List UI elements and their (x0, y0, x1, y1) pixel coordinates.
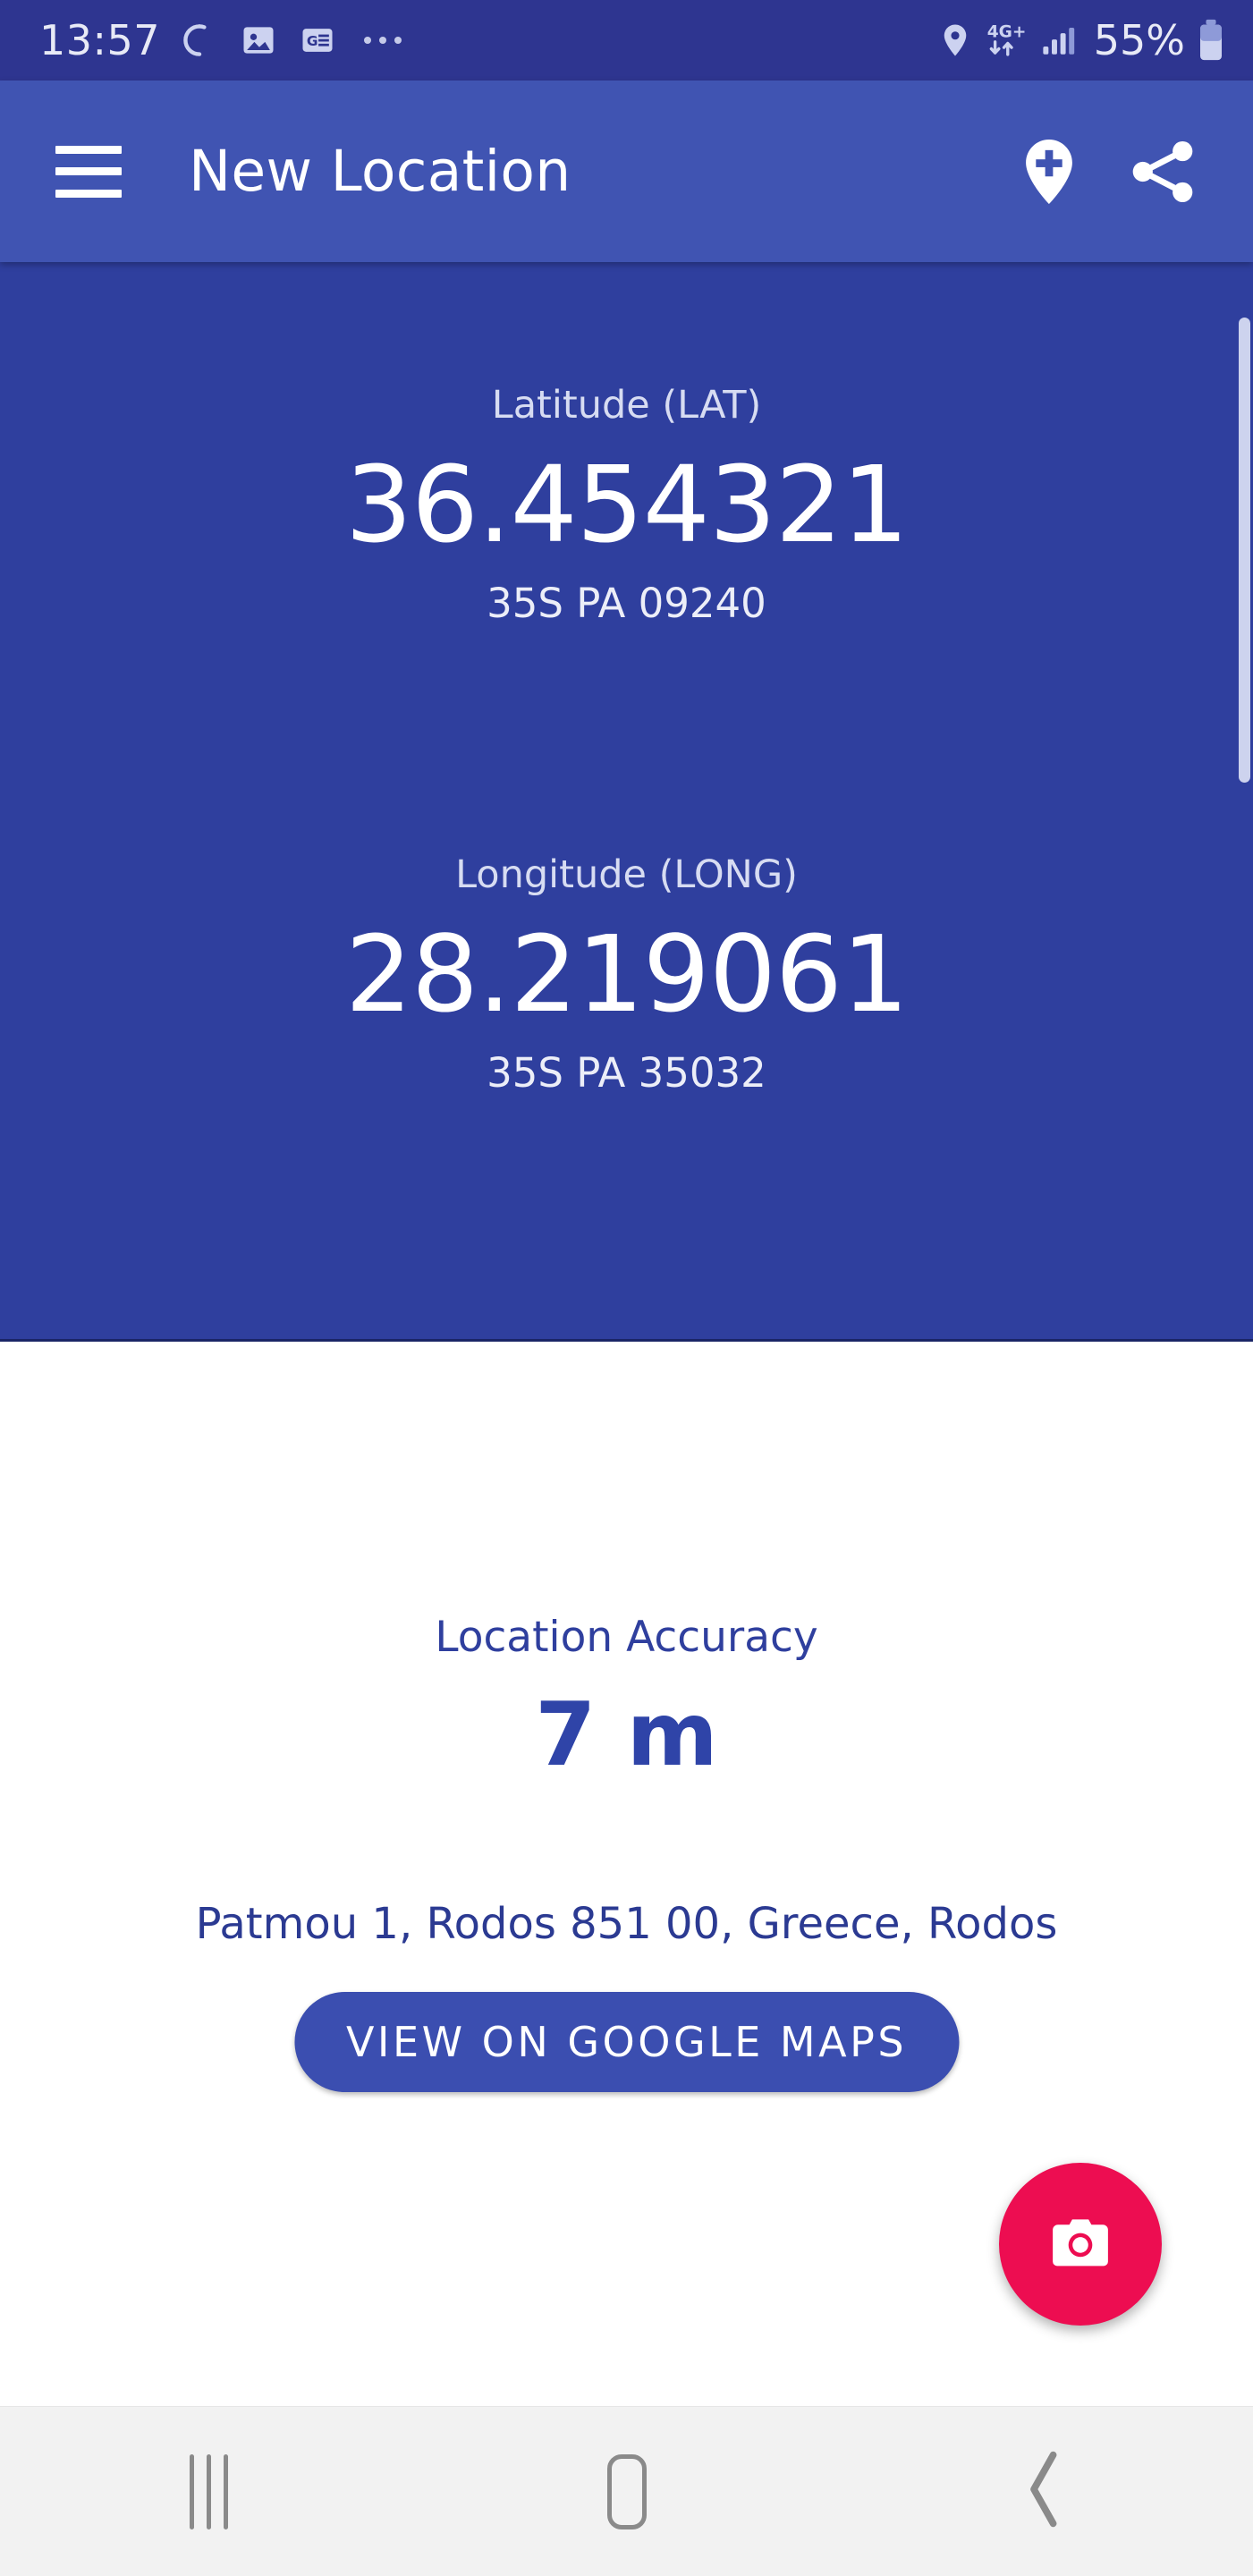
camera-fab-button[interactable] (999, 2163, 1162, 2326)
coordinates-panel: Latitude (LAT) 36.454321 35S PA 09240 Lo… (0, 262, 1253, 1342)
status-bar-right: 4G+ 55% (936, 16, 1226, 64)
battery-icon (1196, 19, 1226, 62)
longitude-mgrs: 35S PA 35032 (487, 1049, 766, 1097)
share-icon[interactable] (1124, 133, 1201, 210)
longitude-label: Longitude (LONG) (455, 852, 798, 897)
google-news-icon: G (298, 21, 337, 60)
address-text: Patmou 1, Rodos 851 00, Greece, Rodos (195, 1899, 1058, 1949)
back-icon (1017, 2446, 1072, 2537)
location-pin-icon (936, 21, 974, 59)
app-bar: New Location (0, 80, 1253, 262)
app-bar-actions (1012, 133, 1201, 210)
latitude-value: 36.454321 (344, 443, 909, 566)
home-button[interactable] (538, 2438, 716, 2546)
signal-bars-icon (1038, 21, 1078, 59)
back-button[interactable] (955, 2438, 1134, 2546)
page-title: New Location (189, 139, 571, 204)
home-icon (606, 2453, 647, 2529)
scrollbar-thumb[interactable] (1239, 318, 1250, 783)
latitude-block: Latitude (LAT) 36.454321 35S PA 09240 (0, 383, 1253, 627)
network-type-icon: 4G+ (985, 20, 1028, 61)
status-bar: 13:57 G 4G+ 55% (0, 0, 1253, 80)
latitude-label: Latitude (LAT) (491, 383, 762, 428)
hamburger-menu-icon[interactable] (55, 145, 122, 198)
status-clock: 13:57 (39, 16, 161, 64)
sync-icon (180, 21, 219, 60)
view-on-google-maps-button[interactable]: VIEW ON GOOGLE MAPS (293, 1992, 960, 2092)
add-location-pin-icon[interactable] (1012, 134, 1087, 209)
longitude-value: 28.219061 (344, 912, 909, 1036)
battery-percent-label: 55% (1093, 16, 1185, 64)
recents-button[interactable] (120, 2438, 299, 2546)
location-accuracy-value: 7 m (535, 1684, 718, 1786)
latitude-mgrs: 35S PA 09240 (487, 580, 766, 628)
svg-text:G: G (307, 33, 318, 49)
svg-text:4G+: 4G+ (987, 22, 1027, 41)
camera-icon (1046, 2208, 1115, 2281)
android-navigation-bar (0, 2406, 1253, 2576)
more-dots-icon (364, 37, 402, 44)
recents-icon (190, 2453, 228, 2529)
image-icon (239, 21, 278, 60)
longitude-block: Longitude (LONG) 28.219061 35S PA 35032 (0, 852, 1253, 1097)
location-accuracy-label: Location Accuracy (435, 1613, 818, 1662)
status-bar-left: 13:57 G (39, 16, 402, 64)
